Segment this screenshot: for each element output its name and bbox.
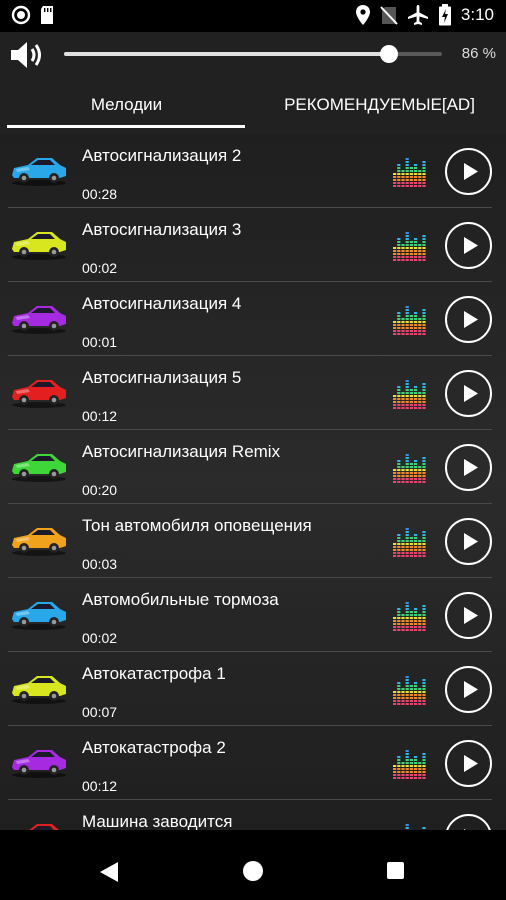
play-button[interactable]	[445, 814, 492, 830]
record-icon	[11, 5, 31, 25]
ringtone-title: Автосигнализация 2	[82, 146, 242, 165]
play-button[interactable]	[445, 740, 492, 787]
ringtone-title: Автокатастрофа 1	[82, 664, 226, 683]
ringtone-duration: 00:28	[82, 186, 118, 202]
tab-recommended[interactable]: РЕКОМЕНДУЕМЫЕ[AD]	[253, 95, 506, 115]
car-icon	[12, 454, 66, 482]
ringtone-duration: 00:02	[82, 260, 118, 276]
equalizer-icon	[393, 380, 426, 409]
battery-charging-icon	[438, 4, 451, 26]
car-icon	[12, 528, 66, 556]
equalizer-icon	[393, 454, 426, 483]
play-button[interactable]	[445, 296, 492, 343]
ringtone-title: Автосигнализация Remix	[82, 442, 281, 461]
ringtone-row[interactable]: Машина заводится	[0, 800, 506, 830]
ringtone-title: Машина заводится	[82, 812, 233, 830]
equalizer-icon	[405, 824, 426, 829]
ringtone-duration: 00:07	[82, 704, 118, 720]
equalizer-icon	[393, 676, 426, 705]
sd-card-icon	[41, 6, 53, 24]
play-icon	[464, 681, 478, 698]
equalizer-icon	[393, 158, 426, 187]
ringtone-row[interactable]: Автосигнализация 5 00:12	[0, 356, 506, 430]
ringtone-row[interactable]: Автокатастрофа 2 00:12	[0, 726, 506, 800]
volume-percent: 86 %	[461, 45, 496, 62]
car-icon	[12, 602, 66, 630]
ringtone-row[interactable]: Автосигнализация 2 00:28	[0, 134, 506, 208]
ringtone-title: Автосигнализация 4	[82, 294, 242, 313]
play-icon	[464, 311, 478, 328]
car-icon	[12, 676, 66, 704]
play-button[interactable]	[445, 444, 492, 491]
play-icon	[464, 607, 478, 624]
ringtone-title: Автосигнализация 3	[82, 220, 242, 239]
tab-melodies[interactable]: Мелодии	[0, 95, 253, 115]
ringtone-title: Автомобильные тормоза	[82, 590, 279, 609]
status-bar: 3:10	[0, 0, 506, 32]
ringtone-duration: 00:12	[82, 778, 118, 794]
ringtone-duration: 00:20	[82, 482, 118, 498]
ringtone-row[interactable]: Тон автомобиля оповещения 00:03	[0, 504, 506, 578]
tab-bar: Мелодии РЕКОМЕНДУЕМЫЕ[AD]	[0, 76, 506, 134]
ringtone-row[interactable]: Автомобильные тормоза 00:02	[0, 578, 506, 652]
car-icon	[12, 380, 66, 408]
clock: 3:10	[460, 5, 494, 24]
play-button[interactable]	[445, 666, 492, 713]
ringtone-row[interactable]: Автосигнализация 4 00:01	[0, 282, 506, 356]
back-icon[interactable]	[99, 861, 119, 883]
ringtone-title: Автосигнализация 5	[82, 368, 242, 387]
play-icon	[464, 163, 478, 180]
car-icon	[12, 158, 66, 186]
car-icon	[12, 750, 66, 778]
car-icon	[29, 824, 59, 830]
ringtone-duration: 00:01	[82, 334, 118, 350]
play-button[interactable]	[445, 518, 492, 565]
volume-slider-fill	[64, 52, 390, 56]
play-icon	[464, 755, 478, 772]
location-icon	[355, 5, 370, 25]
play-button[interactable]	[445, 592, 492, 639]
tab-indicator	[7, 125, 245, 128]
play-button[interactable]	[445, 222, 492, 269]
play-button[interactable]	[445, 370, 492, 417]
bottom-spacer	[0, 830, 506, 842]
volume-slider-thumb[interactable]	[380, 45, 399, 63]
ringtone-duration: 00:02	[82, 630, 118, 646]
car-icon	[12, 232, 66, 260]
equalizer-icon	[393, 602, 426, 631]
ringtone-title: Тон автомобиля оповещения	[82, 516, 312, 535]
ringtone-row[interactable]: Автокатастрофа 1 00:07	[0, 652, 506, 726]
ringtone-duration: 00:03	[82, 556, 118, 572]
speaker-icon[interactable]	[9, 40, 47, 70]
ringtone-duration: 00:12	[82, 408, 118, 424]
home-icon[interactable]	[243, 861, 263, 881]
ringtone-row[interactable]: Автосигнализация Remix 00:20	[0, 430, 506, 504]
equalizer-icon	[393, 528, 426, 557]
equalizer-icon	[393, 232, 426, 261]
play-icon	[464, 237, 478, 254]
ringtone-row[interactable]: Автосигнализация 3 00:02	[0, 208, 506, 282]
navigation-bar	[0, 842, 506, 900]
ringtone-list[interactable]: Автосигнализация 2 00:28 Автосигнализация …	[0, 134, 506, 830]
recent-apps-icon[interactable]	[387, 862, 404, 879]
ringtone-title: Автокатастрофа 2	[82, 738, 226, 757]
no-sim-icon	[380, 6, 398, 25]
equalizer-icon	[393, 306, 426, 335]
equalizer-icon	[393, 750, 426, 779]
play-icon	[464, 533, 478, 550]
play-icon	[464, 385, 478, 402]
play-button[interactable]	[445, 148, 492, 195]
play-icon	[464, 459, 478, 476]
car-icon	[12, 306, 66, 334]
airplane-icon	[407, 5, 428, 25]
